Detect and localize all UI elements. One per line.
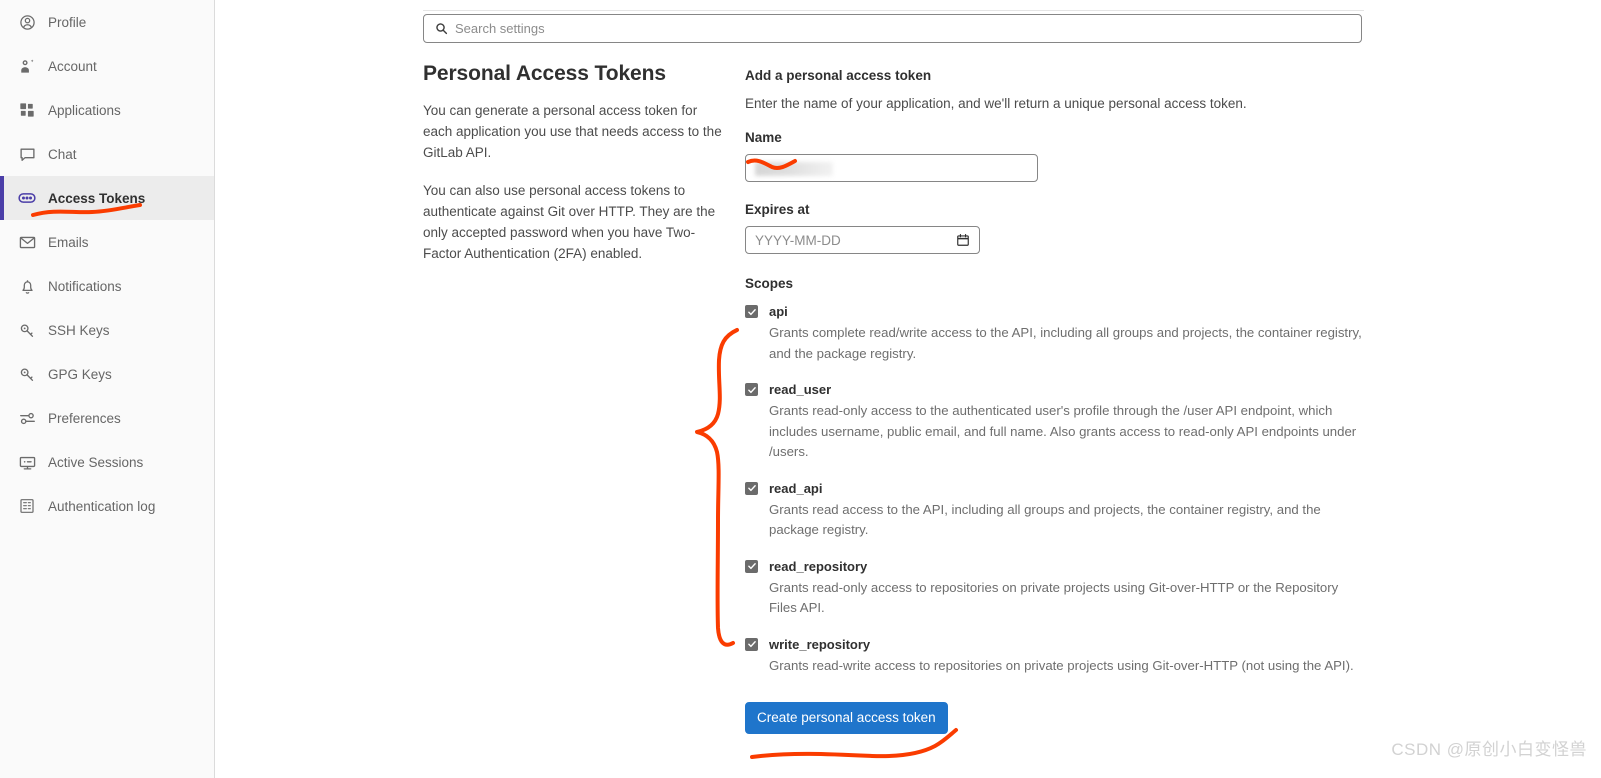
scope-row: read_api Grants read access to the API, … (745, 481, 1375, 541)
sidebar-item-preferences[interactable]: Preferences (0, 396, 214, 440)
sidebar-item-label: Authentication log (48, 498, 156, 514)
header-divider (423, 10, 1364, 11)
key-icon (18, 365, 36, 383)
scope-checkbox-read-api[interactable] (745, 481, 758, 495)
user-circle-icon (18, 13, 36, 31)
expires-placeholder-text: YYYY-MM-DD (755, 232, 841, 248)
scope-row: write_repository Grants read-write acces… (745, 637, 1375, 677)
sidebar-item-label: GPG Keys (48, 366, 112, 382)
scope-row: read_user Grants read-only access to the… (745, 382, 1375, 463)
sidebar-item-label: Notifications (48, 278, 122, 294)
sidebar-item-applications[interactable]: Applications (0, 88, 214, 132)
scope-checkbox-write-repository[interactable] (745, 637, 758, 651)
sidebar-item-profile[interactable]: Profile (0, 0, 214, 44)
scope-name: api (769, 304, 788, 319)
sidebar-item-label: Applications (48, 102, 121, 118)
calendar-icon[interactable] (955, 233, 970, 248)
sidebar-item-label: Preferences (48, 410, 121, 426)
sidebar-item-label: Emails (48, 234, 89, 250)
token-expires-input[interactable]: YYYY-MM-DD (745, 226, 980, 254)
sidebar-item-label: Active Sessions (48, 454, 144, 470)
sidebar-item-account[interactable]: Account (0, 44, 214, 88)
settings-sidebar: Profile Account Applications Chat Access… (0, 0, 215, 778)
sidebar-item-label: Chat (48, 146, 77, 162)
sidebar-item-label: SSH Keys (48, 322, 110, 338)
create-personal-access-token-button[interactable]: Create personal access token (745, 702, 948, 734)
sidebar-item-chat[interactable]: Chat (0, 132, 214, 176)
sidebar-item-ssh-keys[interactable]: SSH Keys (0, 308, 214, 352)
monitor-icon (18, 453, 36, 471)
scope-checkbox-read-user[interactable] (745, 383, 758, 396)
settings-main-content: Search settings Personal Access Tokens Y… (215, 0, 1601, 778)
sidebar-item-emails[interactable]: Emails (0, 220, 214, 264)
scope-description: Grants read-write access to repositories… (769, 657, 1354, 673)
scope-description: Grants read-only access to the authentic… (769, 403, 1357, 459)
search-placeholder-text: Search settings (455, 21, 545, 36)
scope-name: write_repository (769, 636, 871, 652)
log-list-icon (18, 497, 36, 515)
name-field-label: Name (745, 130, 782, 145)
token-pill-icon (18, 189, 36, 207)
page-title: Personal Access Tokens (423, 62, 666, 85)
form-subheading: Enter the name of your application, and … (745, 96, 1247, 111)
sidebar-item-label: Profile (48, 14, 87, 30)
scope-description: Grants complete read/write access to the… (769, 325, 1362, 361)
grid-apps-icon (18, 101, 36, 119)
scope-description: Grants read access to the API, including… (769, 501, 1321, 538)
sidebar-item-access-tokens[interactable]: Access Tokens (0, 176, 214, 220)
sidebar-item-gpg-keys[interactable]: GPG Keys (0, 352, 214, 396)
chat-bubble-icon (18, 145, 36, 163)
key-icon (18, 321, 36, 339)
search-settings-input[interactable]: Search settings (423, 14, 1362, 43)
scope-name: read_repository (769, 558, 868, 574)
form-heading: Add a personal access token (745, 68, 932, 83)
expires-field-label: Expires at (745, 202, 810, 217)
bell-icon (18, 277, 36, 295)
sidebar-item-authentication-log[interactable]: Authentication log (0, 484, 214, 528)
scope-row: api Grants complete read/write access to… (745, 304, 1375, 364)
scope-row: read_repository Grants read-only access … (745, 559, 1375, 619)
intro-paragraph-2: You can also use personal access tokens … (423, 183, 716, 261)
envelope-icon (18, 233, 36, 251)
sidebar-item-label: Access Tokens (48, 190, 146, 206)
account-gear-icon (18, 57, 36, 75)
sidebar-item-label: Account (48, 58, 97, 74)
add-token-form: Add a personal access token Enter the na… (745, 68, 1375, 734)
scopes-label: Scopes (745, 276, 794, 291)
scope-name: read_api (769, 480, 823, 496)
search-icon (434, 22, 448, 36)
sidebar-item-active-sessions[interactable]: Active Sessions (0, 440, 214, 484)
token-name-input[interactable] (745, 154, 1038, 182)
scope-name: read_user (769, 382, 832, 397)
sliders-icon (18, 409, 36, 427)
redacted-name-value (755, 162, 833, 176)
csdn-watermark: CSDN @原创小白变怪兽 (1391, 740, 1587, 759)
scope-checkbox-read-repository[interactable] (745, 559, 758, 573)
gitlab-settings-page: Profile Account Applications Chat Access… (0, 0, 1601, 778)
scope-checkbox-api[interactable] (745, 305, 758, 318)
intro-paragraph-1: You can generate a personal access token… (423, 103, 722, 160)
scope-description: Grants read-only access to repositories … (769, 579, 1339, 616)
tokens-description-column: Personal Access Tokens You can generate … (423, 62, 723, 281)
sidebar-item-notifications[interactable]: Notifications (0, 264, 214, 308)
